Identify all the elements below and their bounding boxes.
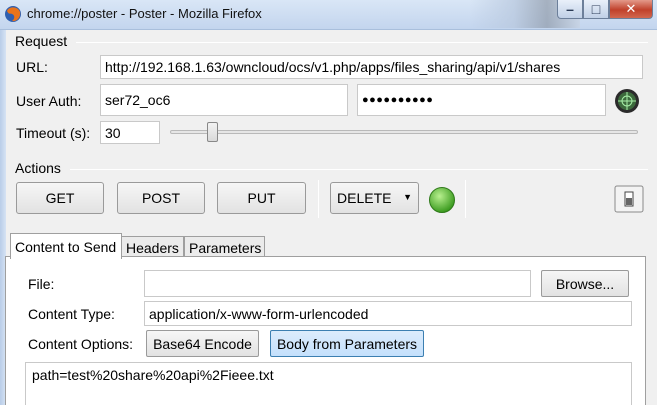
timeout-input[interactable]: 30 [100,121,160,144]
maximize-button[interactable]: □ [583,0,609,19]
password-input[interactable]: ●●●●●●●●●● [357,84,606,116]
tab-headers[interactable]: Headers [121,236,184,258]
close-button[interactable]: ✕ [609,0,653,19]
body-from-parameters-button[interactable]: Body from Parameters [270,330,424,357]
method-dropdown[interactable]: DELETE ▼ [330,182,419,214]
request-divider [76,42,648,43]
window-controls: – □ ✕ [557,0,653,19]
tab-parameters[interactable]: Parameters [184,236,265,258]
actions-separator [318,180,319,218]
get-button[interactable]: GET [16,182,104,214]
settings-toggle-icon[interactable] [614,185,644,213]
actions-separator-2 [465,180,466,218]
tab-content-to-send[interactable]: Content to Send [10,233,122,259]
request-section-title: Request [15,33,68,49]
firefox-icon [5,6,21,22]
browse-button[interactable]: Browse... [541,270,629,297]
dropdown-arrow-icon: ▼ [403,192,412,202]
file-input[interactable] [144,270,531,297]
url-label: URL: [16,59,48,75]
timeout-label: Timeout (s): [16,125,91,141]
minimize-button[interactable]: – [557,0,583,19]
put-button[interactable]: PUT [217,182,306,214]
content-type-label: Content Type: [28,306,115,322]
post-button[interactable]: POST [117,182,205,214]
status-indicator-icon [429,187,455,213]
url-input[interactable]: http://192.168.1.63/owncloud/ocs/v1.php/… [100,55,643,79]
method-selected: DELETE [337,190,392,206]
timeout-slider-thumb[interactable] [207,122,218,142]
auth-globe-icon[interactable] [614,88,640,114]
actions-divider [70,169,648,170]
content-options-label: Content Options: [28,336,134,352]
timeout-slider-track[interactable] [170,130,638,134]
request-body-textarea[interactable]: path=test%20share%20api%2Fieee.txt [25,362,632,405]
window-title: chrome://poster - Poster - Mozilla Firef… [27,6,262,21]
actions-section-title: Actions [15,160,61,176]
title-bar: chrome://poster - Poster - Mozilla Firef… [0,0,657,30]
content-type-input[interactable]: application/x-www-form-urlencoded [144,301,632,326]
user-auth-label: User Auth: [16,93,82,109]
username-input[interactable]: ser72_oc6 [100,84,348,116]
file-label: File: [28,276,55,292]
base64-encode-button[interactable]: Base64 Encode [146,330,259,357]
